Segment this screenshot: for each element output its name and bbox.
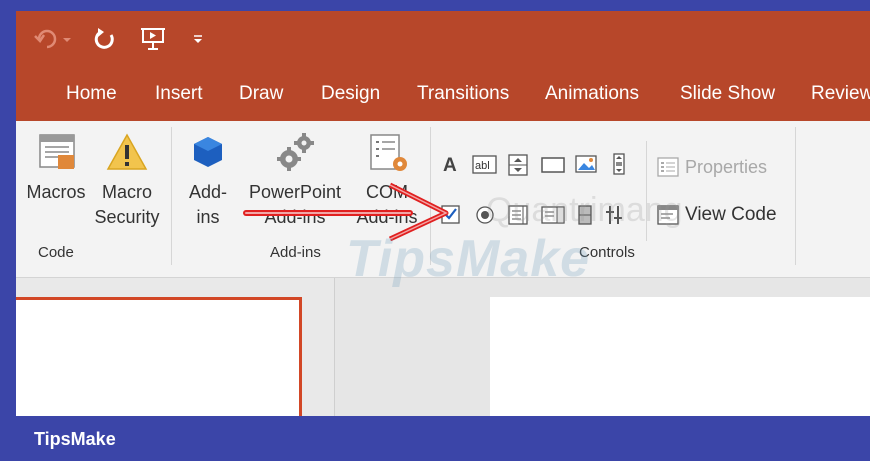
- slide-thumbnail-pane: [16, 278, 335, 416]
- tab-insert[interactable]: Insert: [155, 83, 203, 105]
- group-separator: [171, 127, 172, 265]
- tab-transitions[interactable]: Transitions: [417, 83, 509, 105]
- gears-icon: [277, 133, 314, 171]
- footer-brand: TipsMake: [34, 429, 116, 449]
- textbox-control-icon[interactable]: abl: [472, 154, 498, 176]
- watermark-tipsmake: TipsMake: [346, 230, 591, 288]
- add-ins-line2: ins: [196, 207, 220, 227]
- macro-security-button[interactable]: Macro Security: [92, 131, 162, 230]
- frame-control-icon[interactable]: [540, 154, 566, 176]
- view-code-label: View Code: [685, 204, 777, 225]
- macros-icon: [39, 134, 75, 169]
- ribbon-tabs: Home Insert Draw Design Transitions Anim…: [16, 69, 870, 121]
- undo-button[interactable]: [32, 25, 74, 53]
- tab-draw[interactable]: Draw: [239, 83, 283, 105]
- svg-text:A: A: [443, 155, 457, 175]
- label-control-icon[interactable]: A: [440, 153, 462, 175]
- macros-label: Macros: [26, 182, 86, 202]
- add-ins-line1: Add-: [188, 182, 228, 202]
- powerpoint-window: Home Insert Draw Design Transitions Anim…: [16, 11, 870, 416]
- present-from-start-icon: [141, 28, 165, 50]
- macro-security-line1: Macro: [101, 182, 152, 202]
- customize-qat-button[interactable]: [188, 25, 208, 53]
- repeat-button[interactable]: [90, 25, 120, 53]
- slide-thumbnail[interactable]: [16, 297, 302, 416]
- com-add-ins-icon: [370, 134, 407, 171]
- watermark-quantrimang: Quantrimang: [486, 191, 683, 229]
- properties-icon: [657, 157, 679, 177]
- customize-qat-icon: [194, 35, 202, 43]
- scrollbar-control-icon[interactable]: [608, 153, 630, 175]
- tab-review[interactable]: Review: [811, 83, 870, 105]
- undo-icon: [34, 29, 71, 49]
- warning-icon: [106, 133, 148, 170]
- group-separator: [795, 127, 796, 265]
- repeat-icon: [94, 28, 114, 49]
- macros-button[interactable]: Macros: [22, 131, 90, 205]
- macro-security-line2: Security: [94, 207, 160, 227]
- group-label-code: Code: [38, 244, 74, 261]
- tab-home[interactable]: Home: [66, 83, 117, 105]
- spin-button-control-icon[interactable]: [507, 154, 529, 176]
- group-label-add-ins: Add-ins: [270, 244, 321, 261]
- svg-text:abl: abl: [475, 160, 490, 172]
- slide-workspace: [16, 278, 870, 416]
- properties-label: Properties: [685, 156, 768, 177]
- add-ins-store-icon: [194, 137, 222, 167]
- image-control-icon[interactable]: [574, 153, 600, 175]
- tab-design[interactable]: Design: [321, 83, 380, 105]
- tab-slide-show[interactable]: Slide Show: [680, 83, 775, 105]
- present-button[interactable]: [138, 25, 170, 53]
- slide-canvas[interactable]: [490, 297, 870, 416]
- tab-animations[interactable]: Animations: [545, 83, 639, 105]
- add-ins-button[interactable]: Add- ins: [178, 131, 238, 230]
- title-bar: [16, 11, 870, 69]
- properties-button[interactable]: Properties: [656, 156, 767, 178]
